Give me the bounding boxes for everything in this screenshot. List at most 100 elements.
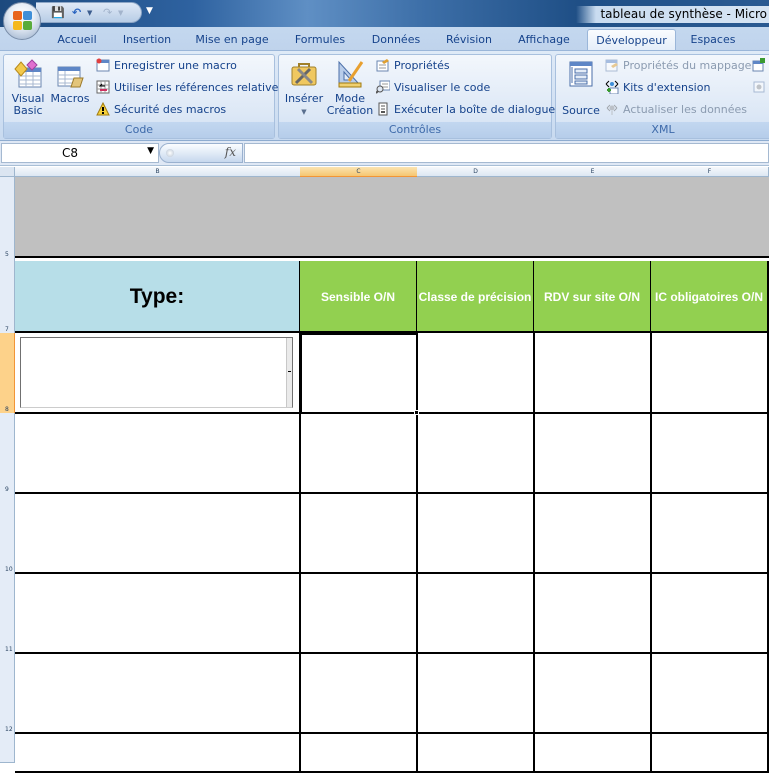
relative-references-button[interactable]: Utiliser les références relatives xyxy=(96,79,284,97)
insert-control-label: Insérer xyxy=(284,92,324,105)
properties-button[interactable]: Propriétés xyxy=(376,57,450,75)
header-classe-precision[interactable]: Classe de précision xyxy=(417,261,535,333)
design-mode-label-2: Création xyxy=(326,104,374,117)
tab-affichage[interactable]: Affichage xyxy=(508,29,580,51)
tab-insertion[interactable]: Insertion xyxy=(113,29,181,51)
header-sensible[interactable]: Sensible O/N xyxy=(300,261,418,333)
row-header-9[interactable]: 9 xyxy=(0,413,15,494)
cell-f9[interactable] xyxy=(651,413,769,494)
undo-icon[interactable]: ↶ xyxy=(72,6,81,20)
row-header-10[interactable]: 10 xyxy=(0,493,15,574)
office-button[interactable] xyxy=(3,2,41,40)
macro-security-button[interactable]: Sécurité des macros xyxy=(96,101,226,119)
cell-c11[interactable] xyxy=(300,573,418,654)
tab-formules[interactable]: Formules xyxy=(287,29,353,51)
type-listbox[interactable] xyxy=(20,337,293,408)
cell-c9[interactable] xyxy=(300,413,418,494)
visual-basic-icon xyxy=(13,59,43,89)
tab-donnees[interactable]: Données xyxy=(362,29,430,51)
row-header-5[interactable]: 5 xyxy=(0,177,15,259)
cell-f12[interactable] xyxy=(651,653,769,734)
cell-f8[interactable] xyxy=(651,333,769,414)
cell-e13[interactable] xyxy=(534,733,652,773)
cell-e11[interactable] xyxy=(534,573,652,654)
row-number: 9 xyxy=(5,486,9,493)
cell-b12[interactable] xyxy=(15,653,301,734)
name-box-dropdown-icon[interactable]: ▼ xyxy=(147,146,154,156)
name-box[interactable]: C8 ▼ xyxy=(1,143,159,163)
cell-f11[interactable] xyxy=(651,573,769,654)
view-code-button[interactable]: Visualiser le code xyxy=(375,79,490,97)
design-mode-icon xyxy=(335,59,365,89)
insert-function-icon[interactable]: fx xyxy=(225,145,236,159)
quick-access-toolbar: 💾 ↶ ▼ ↷ ▼ xyxy=(36,2,142,23)
header-rdv-sur-site[interactable]: RDV sur site O/N xyxy=(534,261,652,333)
cell-c13[interactable] xyxy=(300,733,418,773)
refresh-data-icon xyxy=(605,102,619,116)
header-ic-obligatoires[interactable]: IC obligatoires O/N xyxy=(651,261,769,333)
cell-d8[interactable] xyxy=(417,333,535,414)
column-header-c[interactable]: C xyxy=(300,167,418,177)
ribbon-tabs: Accueil Insertion Mise en page Formules … xyxy=(0,27,769,51)
banner-row[interactable] xyxy=(15,177,769,258)
cell-b9[interactable] xyxy=(15,413,301,494)
xml-source-button[interactable]: Source xyxy=(559,59,603,117)
cell-e8[interactable] xyxy=(534,333,652,414)
save-icon[interactable]: 💾 xyxy=(51,6,65,20)
cell-e10[interactable] xyxy=(534,493,652,574)
fill-handle[interactable] xyxy=(414,410,419,415)
cell-e12[interactable] xyxy=(534,653,652,734)
cell-f13[interactable] xyxy=(651,733,769,773)
column-header-d[interactable]: D xyxy=(417,167,535,177)
properties-label: Propriétés xyxy=(394,59,450,72)
row-header-13[interactable] xyxy=(0,733,15,763)
tab-espaces[interactable]: Espaces xyxy=(682,29,744,51)
cell-b13[interactable] xyxy=(15,733,301,773)
column-header-e[interactable]: E xyxy=(534,167,652,177)
design-mode-button[interactable]: Mode Création xyxy=(326,59,374,117)
tab-mise-en-page[interactable]: Mise en page xyxy=(189,29,275,51)
map-properties-button: Propriétés du mappage xyxy=(605,57,751,75)
tab-revision[interactable]: Révision xyxy=(436,29,502,51)
import-xml-button[interactable] xyxy=(752,57,769,75)
row-header-11[interactable]: 11 xyxy=(0,573,15,654)
row-header-8[interactable]: 8 xyxy=(0,333,15,414)
cell-b10[interactable] xyxy=(15,493,301,574)
cell-b11[interactable] xyxy=(15,573,301,654)
cell-d11[interactable] xyxy=(417,573,535,654)
cell-e9[interactable] xyxy=(534,413,652,494)
tab-accueil[interactable]: Accueil xyxy=(47,29,107,51)
resize-handle-icon[interactable] xyxy=(166,149,174,157)
cell-f10[interactable] xyxy=(651,493,769,574)
row-number: 7 xyxy=(5,326,9,333)
office-logo-icon xyxy=(13,11,33,31)
type-header-cell[interactable]: Type: xyxy=(15,261,301,333)
customize-qat-icon[interactable]: ▼ xyxy=(146,6,153,16)
column-header-f[interactable]: F xyxy=(651,167,769,177)
visual-basic-button[interactable]: Visual Basic xyxy=(8,59,48,117)
macros-button[interactable]: Macros xyxy=(50,59,90,105)
view-code-icon xyxy=(375,80,391,94)
formula-pill: fx xyxy=(159,143,243,163)
cell-d9[interactable] xyxy=(417,413,535,494)
record-macro-button[interactable]: Enregistrer une macro xyxy=(96,57,237,75)
listbox-scrollbar[interactable] xyxy=(286,338,292,407)
formula-input[interactable] xyxy=(244,143,769,163)
cell-c12[interactable] xyxy=(300,653,418,734)
cell-c10[interactable] xyxy=(300,493,418,574)
macros-icon xyxy=(55,59,85,89)
undo-dropdown-icon[interactable]: ▼ xyxy=(87,6,92,20)
active-cell-c8[interactable] xyxy=(300,333,418,414)
expansion-packs-button[interactable]: Kits d'extension xyxy=(605,79,710,97)
column-header-b[interactable]: B xyxy=(15,167,301,177)
row-header-12[interactable]: 12 xyxy=(0,653,15,734)
cell-d10[interactable] xyxy=(417,493,535,574)
run-dialog-button[interactable]: Exécuter la boîte de dialogue xyxy=(376,101,555,119)
cell-d13[interactable] xyxy=(417,733,535,773)
select-all-corner[interactable] xyxy=(0,167,15,177)
cell-d12[interactable] xyxy=(417,653,535,734)
row-header-7[interactable]: 7 xyxy=(0,261,15,334)
redo-icon: ↷ xyxy=(103,6,113,19)
insert-control-button[interactable]: Insérer ▼ xyxy=(282,59,326,118)
tab-developpeur[interactable]: Développeur xyxy=(587,29,676,51)
